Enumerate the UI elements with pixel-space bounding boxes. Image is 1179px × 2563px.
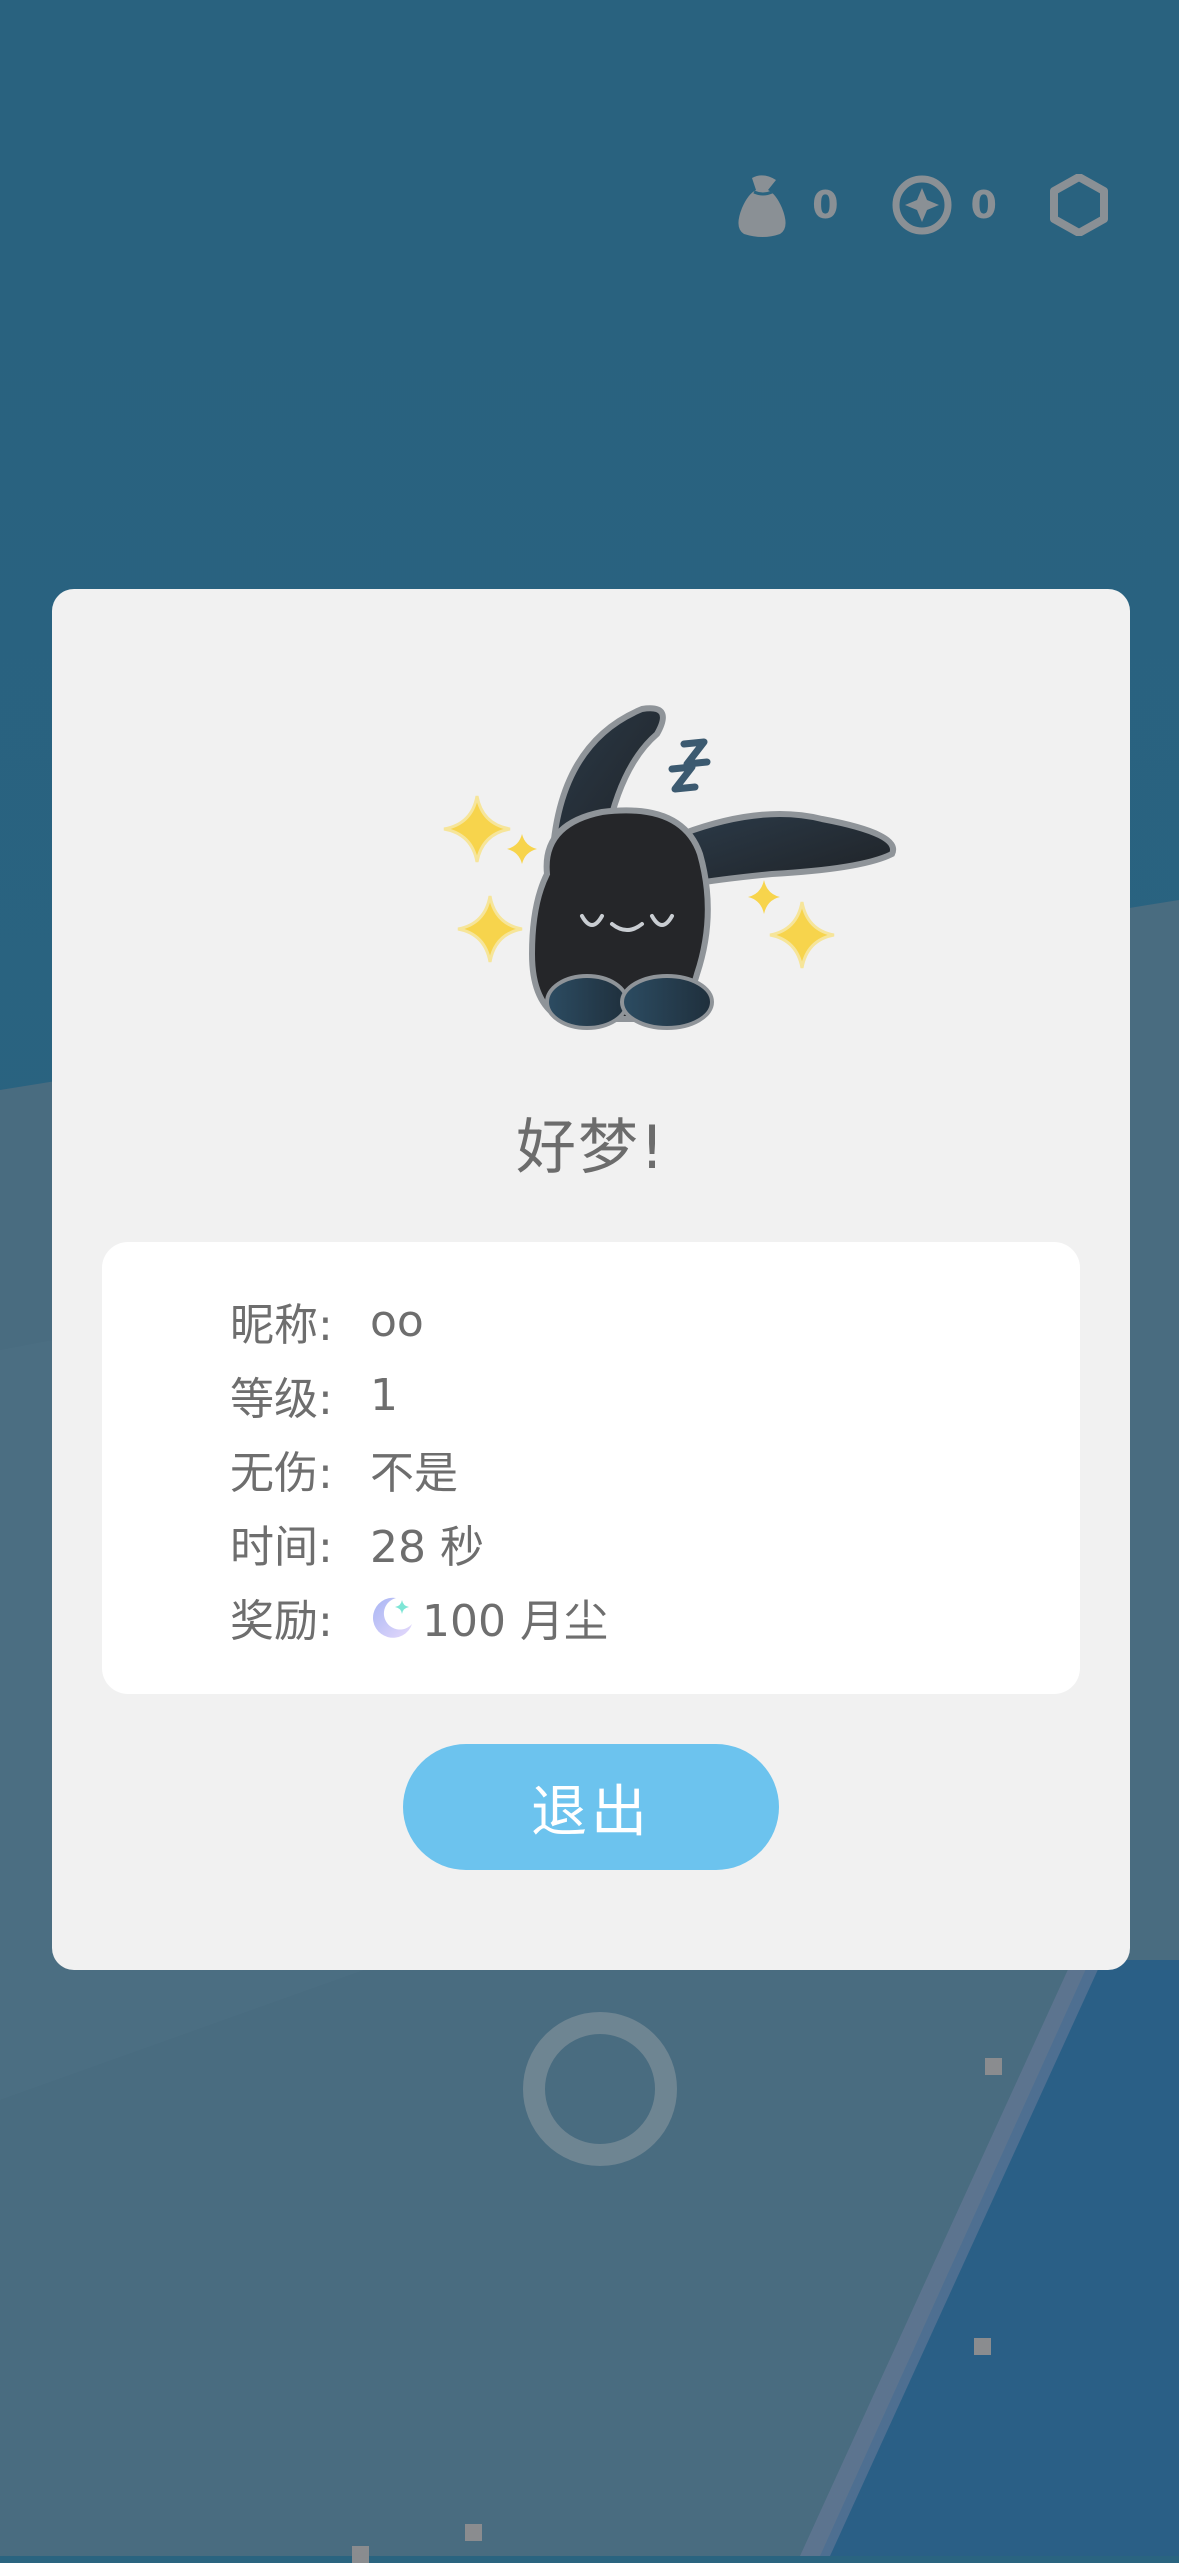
dialog-title: 好梦! bbox=[515, 1113, 667, 1183]
level-value: 1 bbox=[370, 1369, 398, 1421]
time-label: 时间: bbox=[230, 1522, 333, 1573]
particle bbox=[352, 2546, 369, 2563]
level-label: 等级: bbox=[230, 1374, 333, 1425]
result-dialog: 好梦! 昵称: oo 等级: 1 无伤: 不是 时间: 28 秒 奖励: 100… bbox=[52, 589, 1130, 1970]
particle bbox=[985, 2058, 1002, 2075]
coin-count: 0 bbox=[970, 183, 997, 227]
particle bbox=[974, 2338, 991, 2355]
hexagon-settings-icon bbox=[1050, 174, 1108, 236]
time-row: 时间: 28 秒 bbox=[230, 1506, 608, 1580]
ring-target bbox=[523, 2012, 677, 2166]
moon-dust-icon bbox=[372, 1597, 412, 1638]
level-row: 等级: 1 bbox=[230, 1358, 608, 1432]
nickname-value: oo bbox=[370, 1295, 424, 1347]
coin-counter[interactable]: 0 bbox=[891, 174, 997, 236]
reward-value-wrap: 100 月尘 bbox=[370, 1585, 608, 1649]
nickname-label: 昵称: bbox=[230, 1300, 333, 1351]
sleeping-rabbit-icon bbox=[443, 705, 897, 1030]
particle bbox=[465, 2524, 482, 2541]
money-bag-icon bbox=[738, 175, 786, 237]
no-damage-value: 不是 bbox=[370, 1448, 458, 1499]
no-damage-label: 无伤: bbox=[230, 1448, 333, 1499]
result-info-card: 昵称: oo 等级: 1 无伤: 不是 时间: 28 秒 奖励: 100 月尘 bbox=[102, 1242, 1080, 1694]
reward-label: 奖励: bbox=[230, 1596, 333, 1647]
reward-row: 奖励: 100 月尘 bbox=[230, 1580, 608, 1654]
bag-count: 0 bbox=[812, 183, 839, 227]
bag-counter[interactable]: 0 bbox=[732, 172, 839, 238]
currency-hud: 0 0 bbox=[732, 165, 1109, 245]
compass-coin-icon bbox=[892, 175, 952, 235]
nickname-row: 昵称: oo bbox=[230, 1284, 608, 1358]
time-value: 28 秒 bbox=[370, 1522, 484, 1573]
no-damage-row: 无伤: 不是 bbox=[230, 1432, 608, 1506]
settings-button[interactable] bbox=[1049, 174, 1109, 236]
exit-button[interactable]: 退出 bbox=[403, 1744, 779, 1870]
reward-value: 100 月尘 bbox=[422, 1596, 608, 1647]
